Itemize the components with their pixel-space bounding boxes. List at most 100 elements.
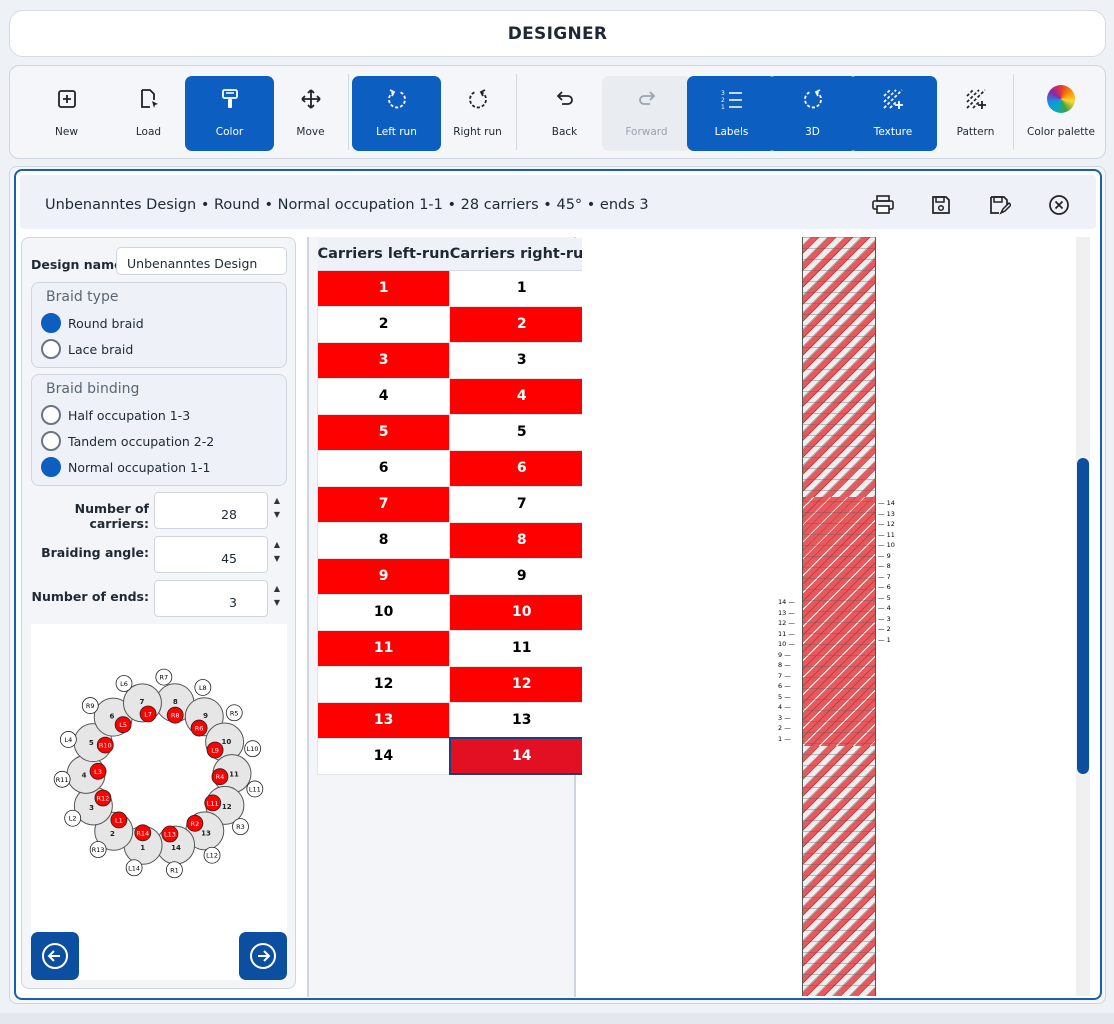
- left-run-cell[interactable]: 5: [316, 413, 451, 451]
- toolbar-separator: [1013, 74, 1014, 150]
- right-run-cell[interactable]: 10: [449, 593, 595, 631]
- left-run-cell[interactable]: 2: [316, 305, 451, 343]
- file-cursor-icon: [136, 87, 162, 111]
- ends-stepper[interactable]: ▲ ▼: [272, 582, 282, 612]
- left-run-cell[interactable]: 4: [316, 377, 451, 415]
- design-panel: Unbenanntes Design • Round • Normal occu…: [14, 169, 1102, 1000]
- labels-button[interactable]: 321 Labels: [687, 76, 776, 151]
- carrier-label: L11: [249, 785, 261, 793]
- previous-button[interactable]: [31, 932, 79, 980]
- gear-number: 14: [171, 844, 181, 852]
- radio-unchecked-icon: [41, 405, 61, 425]
- save-icon[interactable]: [929, 193, 953, 217]
- radio-unchecked-icon: [41, 339, 61, 359]
- back-button[interactable]: Back: [520, 76, 609, 151]
- carrier-label: L1: [115, 816, 123, 824]
- carrier-label: R11: [56, 776, 69, 784]
- save-as-icon[interactable]: [988, 193, 1012, 217]
- left-run-cell[interactable]: 11: [316, 629, 451, 667]
- right-run-label: Right run: [453, 126, 502, 138]
- left-run-cell[interactable]: 6: [316, 449, 451, 487]
- gear-number: 1: [140, 844, 145, 852]
- right-run-cell[interactable]: 3: [449, 341, 595, 379]
- right-mark: — 3: [878, 614, 891, 623]
- close-icon[interactable]: [1047, 193, 1071, 217]
- left-run-cell[interactable]: 12: [316, 665, 451, 703]
- gear-number: 11: [229, 771, 239, 779]
- left-run-cell[interactable]: 9: [316, 557, 451, 595]
- vertical-scrollbar[interactable]: [1076, 237, 1090, 996]
- design-summary: Unbenanntes Design • Round • Normal occu…: [45, 197, 649, 213]
- undo-icon: [552, 87, 578, 111]
- paint-roller-icon: [217, 87, 243, 111]
- right-mark: — 7: [878, 572, 891, 581]
- radio-lace-braid[interactable]: Lace braid: [41, 339, 133, 359]
- right-run-cell[interactable]: 13: [449, 701, 595, 739]
- left-mark: 10 —: [778, 640, 795, 648]
- app-title: DESIGNER: [507, 23, 608, 44]
- color-wheel-icon: [1046, 84, 1076, 114]
- load-button[interactable]: Load: [104, 76, 193, 151]
- carrier-label: R3: [236, 823, 245, 831]
- texture-button[interactable]: Texture: [849, 76, 937, 151]
- carriers-stepper[interactable]: ▲ ▼: [272, 494, 282, 524]
- rotate-left-icon: [384, 87, 410, 111]
- move-button[interactable]: Move: [266, 76, 355, 151]
- left-run-cell[interactable]: 1: [316, 269, 451, 307]
- right-run-cell[interactable]: 12: [449, 665, 595, 703]
- right-run-cell[interactable]: 5: [449, 413, 595, 451]
- left-mark: 2 —: [778, 724, 791, 732]
- carrier-label: L2: [69, 815, 77, 823]
- right-run-cell[interactable]: 6: [449, 449, 595, 487]
- table-row: 44: [316, 377, 595, 415]
- left-run-cell[interactable]: 14: [316, 737, 451, 775]
- radio-tandem-occupation[interactable]: Tandem occupation 2-2: [41, 431, 214, 451]
- left-run-cell[interactable]: 8: [316, 521, 451, 559]
- carrier-ring-diagram: 8910111213141234567L7 R8R6L9R4L11R2L13R14…: [53, 668, 264, 879]
- forward-button[interactable]: Forward: [602, 76, 691, 151]
- rotate-3d-icon: [800, 87, 826, 111]
- right-run-cell[interactable]: 11: [449, 629, 595, 667]
- radio-round-braid[interactable]: Round braid: [41, 313, 144, 333]
- right-run-button[interactable]: Right run: [433, 76, 522, 151]
- color-palette-button[interactable]: Color palette: [1017, 76, 1105, 151]
- left-run-cell[interactable]: 7: [316, 485, 451, 523]
- radio-normal-occupation[interactable]: Normal occupation 1-1: [41, 457, 210, 477]
- right-mark: — 12: [878, 520, 895, 528]
- radio-label: Lace braid: [68, 341, 134, 357]
- right-run-cell[interactable]: 2: [449, 305, 595, 343]
- gear-number: 13: [201, 829, 211, 837]
- table-row: 11 11: [316, 629, 595, 667]
- right-run-cell[interactable]: 7: [449, 485, 595, 523]
- carrier-label: R10: [99, 742, 112, 750]
- right-run-cell[interactable]: 4: [449, 377, 595, 415]
- ends-input[interactable]: 3: [154, 580, 268, 617]
- table-row: 99: [316, 557, 595, 595]
- right-run-cell[interactable]: 8: [449, 521, 595, 559]
- radio-half-occupation[interactable]: Half occupation 1-3: [41, 405, 190, 425]
- angle-stepper[interactable]: ▲ ▼: [272, 538, 282, 568]
- carrier-label: R12: [97, 795, 110, 803]
- left-run-cell[interactable]: 13: [316, 701, 451, 739]
- table-row: 33: [316, 341, 595, 379]
- print-icon[interactable]: [871, 193, 895, 217]
- angle-input[interactable]: 45: [154, 536, 268, 573]
- left-run-cell[interactable]: 10: [316, 593, 451, 631]
- 3d-button[interactable]: 3D: [768, 76, 857, 151]
- scrollbar-thumb[interactable]: [1077, 458, 1089, 774]
- color-button[interactable]: Color: [185, 76, 274, 151]
- right-run-cell[interactable]: 1: [449, 269, 595, 307]
- gear-number: 6: [110, 713, 115, 721]
- pattern-button[interactable]: Pattern: [931, 76, 1020, 151]
- table-row: 14 14: [316, 737, 595, 775]
- carrier-label: L11: [207, 799, 219, 807]
- new-button[interactable]: New: [22, 76, 111, 151]
- right-run-cell[interactable]: 9: [449, 557, 595, 595]
- design-name-input[interactable]: Unbenanntes Design: [116, 247, 287, 275]
- carriers-input[interactable]: 28: [154, 492, 268, 529]
- next-button[interactable]: [239, 932, 287, 980]
- left-run-cell[interactable]: 3: [316, 341, 451, 379]
- table-row: 10 10: [316, 593, 595, 631]
- left-run-button[interactable]: Left run: [352, 76, 441, 151]
- right-run-cell[interactable]: 14: [448, 737, 595, 775]
